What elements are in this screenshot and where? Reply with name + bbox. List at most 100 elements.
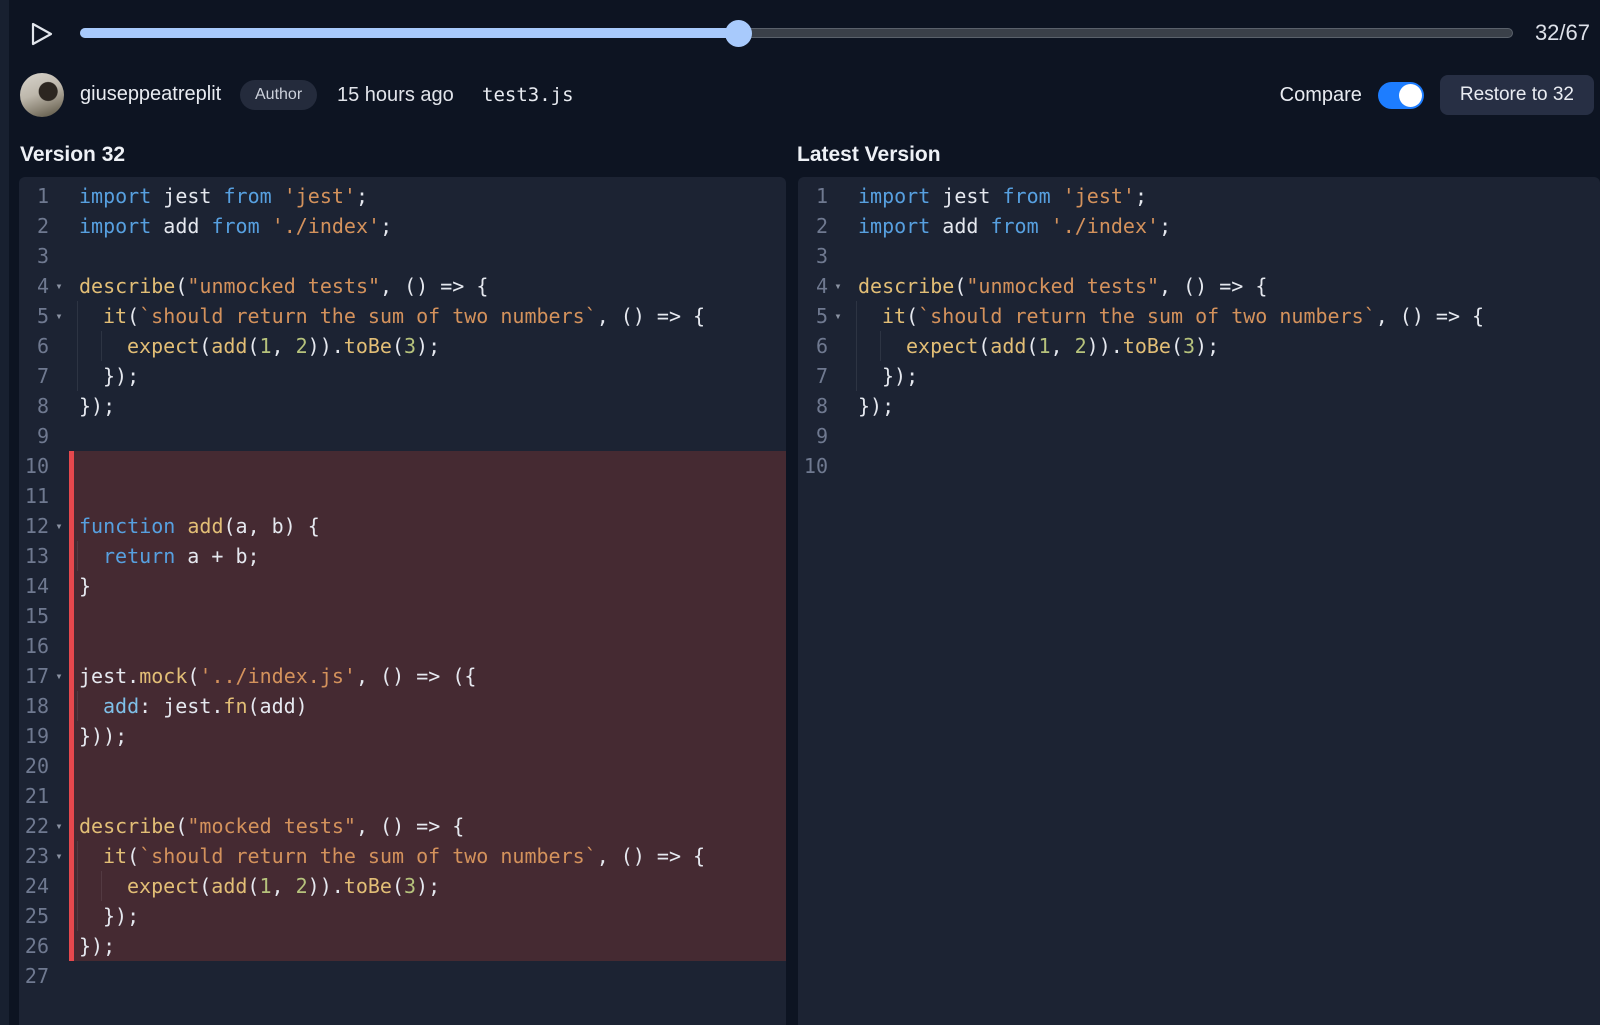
version-counter: 32/67 bbox=[1535, 20, 1590, 46]
code-content bbox=[69, 601, 786, 631]
indent-guide bbox=[856, 361, 857, 391]
fold-spacer bbox=[828, 421, 848, 451]
play-button[interactable] bbox=[26, 18, 58, 50]
code-line-highlighted: 10 bbox=[19, 451, 786, 481]
fold-spacer bbox=[49, 931, 69, 961]
code-content: it(`should return the sum of two numbers… bbox=[69, 841, 786, 871]
line-number: 17 bbox=[19, 661, 49, 691]
code-line: 9 bbox=[798, 421, 1600, 451]
indent-guide bbox=[77, 901, 78, 931]
fold-spacer bbox=[49, 481, 69, 511]
restore-button[interactable]: Restore to 32 bbox=[1440, 75, 1594, 115]
line-number: 4 bbox=[798, 271, 828, 301]
code-line: 4▾describe("unmocked tests", () => { bbox=[798, 271, 1600, 301]
fold-spacer bbox=[828, 451, 848, 481]
line-number: 16 bbox=[19, 631, 49, 661]
code-line: 8}); bbox=[19, 391, 786, 421]
code-line: 7}); bbox=[19, 361, 786, 391]
fold-arrow-icon[interactable]: ▾ bbox=[828, 271, 848, 301]
author-badge: Author bbox=[240, 80, 317, 110]
code-content: describe("unmocked tests", () => { bbox=[848, 271, 1600, 301]
fold-arrow-icon[interactable]: ▾ bbox=[49, 301, 69, 331]
line-number: 10 bbox=[19, 451, 49, 481]
fold-arrow-icon[interactable]: ▾ bbox=[49, 511, 69, 541]
line-number: 24 bbox=[19, 871, 49, 901]
indent-guide bbox=[101, 331, 102, 361]
fold-arrow-icon[interactable]: ▾ bbox=[49, 811, 69, 841]
fold-spacer bbox=[49, 451, 69, 481]
line-number: 22 bbox=[19, 811, 49, 841]
compare-toggle[interactable] bbox=[1378, 82, 1424, 109]
code-content: it(`should return the sum of two numbers… bbox=[69, 301, 786, 331]
code-line: 6expect(add(1, 2)).toBe(3); bbox=[798, 331, 1600, 361]
code-line-highlighted: 19})); bbox=[19, 721, 786, 751]
fold-arrow-icon[interactable]: ▾ bbox=[49, 841, 69, 871]
code-content bbox=[848, 451, 1600, 481]
fold-spacer bbox=[49, 421, 69, 451]
indent-guide bbox=[101, 871, 102, 901]
code-line: 2import add from './index'; bbox=[19, 211, 786, 241]
left-edge-divider bbox=[0, 0, 9, 1025]
fold-spacer bbox=[49, 241, 69, 271]
fold-arrow-icon[interactable]: ▾ bbox=[49, 271, 69, 301]
slider-thumb[interactable] bbox=[725, 20, 752, 47]
code-line-highlighted: 17▾jest.mock('../index.js', () => ({ bbox=[19, 661, 786, 691]
code-line-highlighted: 12▾function add(a, b) { bbox=[19, 511, 786, 541]
code-content: } bbox=[69, 571, 786, 601]
code-content: import jest from 'jest'; bbox=[69, 181, 786, 211]
line-number: 23 bbox=[19, 841, 49, 871]
indent-guide bbox=[77, 541, 78, 571]
compare-controls: Compare Restore to 32 bbox=[1280, 75, 1594, 115]
fold-spacer bbox=[49, 181, 69, 211]
code-content: import jest from 'jest'; bbox=[848, 181, 1600, 211]
line-number: 15 bbox=[19, 601, 49, 631]
code-content: }); bbox=[848, 361, 1600, 391]
code-line-highlighted: 24expect(add(1, 2)).toBe(3); bbox=[19, 871, 786, 901]
code-content: }); bbox=[69, 931, 786, 961]
code-line: 5▾it(`should return the sum of two numbe… bbox=[798, 301, 1600, 331]
code-line: 7}); bbox=[798, 361, 1600, 391]
fold-spacer bbox=[49, 961, 69, 991]
code-line-highlighted: 13return a + b; bbox=[19, 541, 786, 571]
code-line-highlighted: 20 bbox=[19, 751, 786, 781]
code-line: 1import jest from 'jest'; bbox=[19, 181, 786, 211]
code-line-highlighted: 22▾describe("mocked tests", () => { bbox=[19, 811, 786, 841]
line-number: 19 bbox=[19, 721, 49, 751]
code-content: import add from './index'; bbox=[69, 211, 786, 241]
code-line: 3 bbox=[19, 241, 786, 271]
version-panel-title: Version 32 bbox=[20, 143, 125, 167]
fold-spacer bbox=[49, 211, 69, 241]
version-slider[interactable] bbox=[80, 22, 1513, 44]
code-content: function add(a, b) { bbox=[69, 511, 786, 541]
code-area: 1import jest from 'jest';2import add fro… bbox=[19, 177, 786, 991]
code-content bbox=[69, 481, 786, 511]
line-number: 10 bbox=[798, 451, 828, 481]
fold-arrow-icon[interactable]: ▾ bbox=[828, 301, 848, 331]
code-content: }); bbox=[69, 901, 786, 931]
indent-guide bbox=[77, 331, 78, 361]
code-content: expect(add(1, 2)).toBe(3); bbox=[848, 331, 1600, 361]
code-line: 1import jest from 'jest'; bbox=[798, 181, 1600, 211]
code-line-highlighted: 16 bbox=[19, 631, 786, 661]
line-number: 8 bbox=[19, 391, 49, 421]
code-line: 6expect(add(1, 2)).toBe(3); bbox=[19, 331, 786, 361]
fold-spacer bbox=[49, 331, 69, 361]
line-number: 5 bbox=[798, 301, 828, 331]
code-content: it(`should return the sum of two numbers… bbox=[848, 301, 1600, 331]
fold-spacer bbox=[49, 901, 69, 931]
code-line: 9 bbox=[19, 421, 786, 451]
indent-guide bbox=[77, 361, 78, 391]
line-number: 7 bbox=[19, 361, 49, 391]
code-content bbox=[69, 781, 786, 811]
line-number: 3 bbox=[19, 241, 49, 271]
line-number: 20 bbox=[19, 751, 49, 781]
line-number: 5 bbox=[19, 301, 49, 331]
fold-arrow-icon[interactable]: ▾ bbox=[49, 661, 69, 691]
code-line: 27 bbox=[19, 961, 786, 991]
code-line-highlighted: 21 bbox=[19, 781, 786, 811]
code-line: 3 bbox=[798, 241, 1600, 271]
line-number: 9 bbox=[19, 421, 49, 451]
line-number: 13 bbox=[19, 541, 49, 571]
code-content bbox=[69, 961, 786, 991]
timestamp: 15 hours ago bbox=[337, 84, 454, 107]
